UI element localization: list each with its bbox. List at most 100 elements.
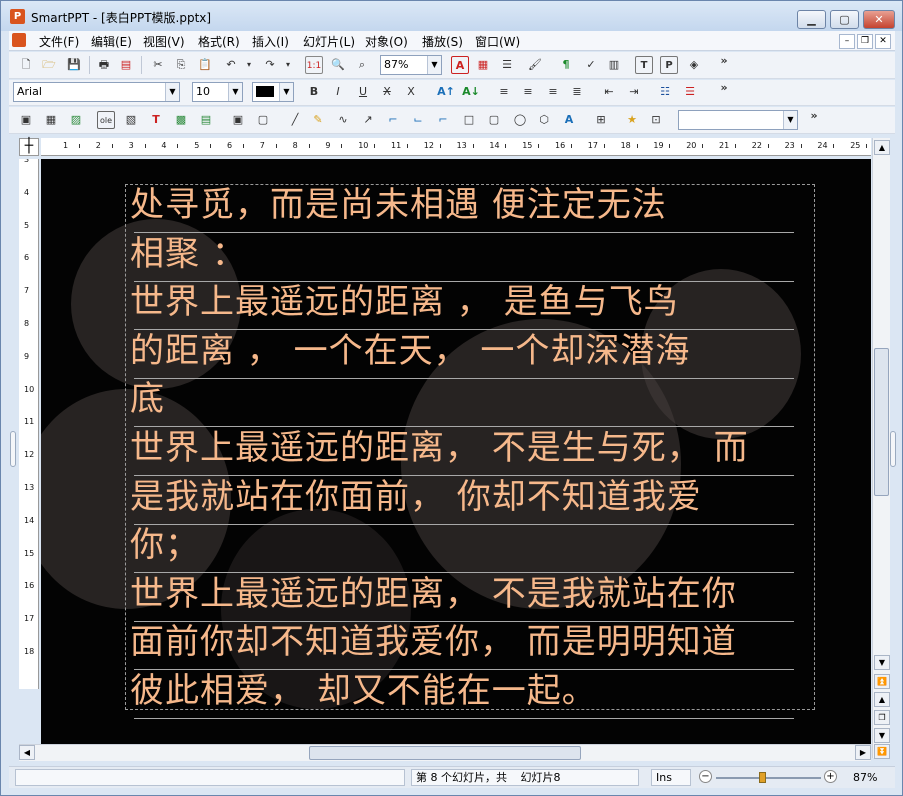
scroll-up-icon[interactable]: ▲ bbox=[874, 140, 890, 155]
font-size-combo[interactable]: 10 ▼ bbox=[192, 82, 243, 102]
justify-icon[interactable]: ≣ bbox=[568, 83, 586, 101]
increase-indent-icon[interactable]: ⇥ bbox=[625, 83, 643, 101]
redo-dropdown-icon[interactable]: ▾ bbox=[279, 56, 297, 74]
arrow-line-icon[interactable]: ↗ bbox=[359, 111, 377, 129]
line-icon[interactable]: ╱ bbox=[286, 111, 304, 129]
text-color-icon[interactable]: A bbox=[451, 56, 469, 74]
ruler-origin[interactable]: ┼ bbox=[19, 138, 39, 156]
rounded-rectangle-icon[interactable]: ▢ bbox=[485, 111, 503, 129]
grid-frame-icon[interactable]: ▦ bbox=[42, 111, 60, 129]
formula-frame-icon[interactable]: ▩ bbox=[172, 111, 190, 129]
paste-icon[interactable]: 📋 bbox=[196, 56, 214, 74]
horizontal-scrollbar[interactable]: ◀ ▶ bbox=[19, 744, 871, 761]
mdi-restore-button[interactable]: ❐ bbox=[857, 34, 873, 49]
image-icon[interactable]: ▨ bbox=[67, 111, 85, 129]
style-icon[interactable]: ⊡ bbox=[647, 111, 665, 129]
last-slide-icon[interactable]: ⏬ bbox=[874, 744, 890, 759]
chevron-down-icon[interactable]: ▼ bbox=[427, 56, 441, 74]
menu-format[interactable]: 格式(R) bbox=[195, 33, 243, 50]
spell-check-icon[interactable]: ✓ bbox=[582, 56, 600, 74]
undo-dropdown-icon[interactable]: ▾ bbox=[240, 56, 258, 74]
shrink-font-icon[interactable]: A↓ bbox=[462, 83, 480, 101]
bold-icon[interactable]: B bbox=[305, 83, 323, 101]
curved-connector-icon[interactable]: ⌐ bbox=[434, 111, 452, 129]
pdf-icon[interactable]: ▤ bbox=[117, 56, 135, 74]
ole-object-icon[interactable]: ole bbox=[97, 111, 115, 129]
redo-icon[interactable]: ↷ bbox=[261, 56, 279, 74]
close-button[interactable]: ✕ bbox=[863, 10, 895, 29]
part-frame-icon[interactable]: ▤ bbox=[197, 111, 215, 129]
menu-edit[interactable]: 编辑(E) bbox=[88, 33, 135, 50]
paragraph-marks-icon[interactable]: ¶ bbox=[557, 56, 575, 74]
align-left-icon[interactable]: ≡ bbox=[495, 83, 513, 101]
right-splitter-grip[interactable] bbox=[890, 431, 896, 467]
zoom-page-icon[interactable]: 🔍 bbox=[329, 56, 347, 74]
scroll-down-icon[interactable]: ▼ bbox=[874, 655, 890, 670]
menu-slide[interactable]: 幻灯片(L) bbox=[300, 33, 358, 50]
mdi-close-button[interactable]: ✕ bbox=[875, 34, 891, 49]
zoom-out-icon[interactable]: − bbox=[699, 770, 712, 783]
group-icon[interactable]: ▣ bbox=[229, 111, 247, 129]
text-box[interactable]: 处寻觅，而是尚未相遇 便注定无法 相聚 ： 世界上最遥远的距离 ， 是鱼与飞鸟 的距离… bbox=[125, 184, 815, 719]
elbow-connector-icon[interactable]: ⌙ bbox=[409, 111, 427, 129]
chevron-down-icon[interactable]: ▼ bbox=[228, 83, 242, 101]
menu-window[interactable]: 窗口(W) bbox=[472, 33, 523, 50]
underline-icon[interactable]: U bbox=[354, 83, 372, 101]
italic-icon[interactable]: I bbox=[329, 83, 347, 101]
ellipse-icon[interactable]: ◯ bbox=[511, 111, 529, 129]
next-slide-icon[interactable]: ▼ bbox=[874, 728, 890, 743]
select-frame-icon[interactable]: ▣ bbox=[17, 111, 35, 129]
numbered-list-icon[interactable]: ☰ bbox=[681, 83, 699, 101]
font-color-combo[interactable]: ▼ bbox=[252, 82, 294, 102]
chart-frame-icon[interactable]: ▧ bbox=[122, 111, 140, 129]
slide-canvas[interactable]: 处寻觅，而是尚未相遇 便注定无法 相聚 ： 世界上最遥远的距离 ， 是鱼与飞鸟 的距离… bbox=[41, 159, 871, 744]
chevron-down-icon[interactable]: ▼ bbox=[279, 83, 293, 101]
menu-file[interactable]: 文件(F) bbox=[36, 33, 82, 50]
star-icon[interactable]: ★ bbox=[623, 111, 641, 129]
more-tools-icon[interactable]: » bbox=[715, 52, 733, 70]
pencil-icon[interactable]: ✎ bbox=[309, 111, 327, 129]
zoom-in-icon[interactable]: + bbox=[824, 770, 837, 783]
bullet-list-icon[interactable]: ☷ bbox=[656, 83, 674, 101]
chevron-down-icon[interactable]: ▼ bbox=[165, 83, 179, 101]
grow-font-icon[interactable]: A↑ bbox=[437, 83, 455, 101]
maximize-button[interactable]: ▢ bbox=[830, 10, 859, 29]
menu-insert[interactable]: 插入(I) bbox=[249, 33, 292, 50]
new-file-icon[interactable]: 🗋 bbox=[17, 56, 35, 74]
slide-sorter-icon[interactable]: ❐ bbox=[874, 710, 890, 725]
table-icon[interactable]: ▦ bbox=[474, 56, 492, 74]
undo-icon[interactable]: ↶ bbox=[222, 56, 240, 74]
minimize-button[interactable]: ▁ bbox=[797, 10, 826, 29]
open-folder-icon[interactable]: 🗁 bbox=[40, 56, 58, 74]
vertical-scroll-thumb[interactable] bbox=[874, 348, 889, 496]
zoom-slider-thumb[interactable] bbox=[759, 772, 766, 783]
mdi-minimize-button[interactable]: – bbox=[839, 34, 855, 49]
align-objects-icon[interactable]: ⊞ bbox=[592, 111, 610, 129]
list-icon[interactable]: ☰ bbox=[498, 56, 516, 74]
template-t-icon[interactable]: T bbox=[635, 56, 653, 74]
actual-size-icon[interactable]: 1:1 bbox=[305, 56, 323, 74]
zoom-combo[interactable]: 87% ▼ bbox=[380, 55, 442, 75]
zoom-icon[interactable]: ⌕ bbox=[353, 56, 371, 74]
template-p-icon[interactable]: P bbox=[660, 56, 678, 74]
rectangle-icon[interactable]: □ bbox=[460, 111, 478, 129]
font-name-combo[interactable]: Arial ▼ bbox=[13, 82, 180, 102]
connector-icon[interactable]: ⌐ bbox=[384, 111, 402, 129]
format-brush-icon[interactable]: 🖌 bbox=[526, 56, 544, 74]
layers-icon[interactable]: ◈ bbox=[685, 56, 703, 74]
wordart-icon[interactable]: A bbox=[560, 111, 578, 129]
text-frame-icon[interactable]: T bbox=[147, 111, 165, 129]
scroll-right-icon[interactable]: ▶ bbox=[855, 745, 871, 760]
horizontal-scroll-thumb[interactable] bbox=[309, 746, 581, 760]
more-drawing-icon[interactable]: » bbox=[805, 107, 823, 125]
menu-object[interactable]: 对象(O) bbox=[362, 33, 411, 50]
insert-mode[interactable]: Ins bbox=[651, 769, 691, 786]
previous-slide-icon[interactable]: ▲ bbox=[874, 692, 890, 707]
curve-icon[interactable]: ∿ bbox=[334, 111, 352, 129]
save-icon[interactable]: 💾 bbox=[65, 56, 83, 74]
copy-icon[interactable]: ⎘ bbox=[172, 56, 190, 74]
zoom-slider-track[interactable] bbox=[716, 777, 821, 779]
menu-play[interactable]: 播放(S) bbox=[419, 33, 466, 50]
print-icon[interactable]: 🖶 bbox=[95, 56, 113, 74]
align-center-icon[interactable]: ≡ bbox=[519, 83, 537, 101]
